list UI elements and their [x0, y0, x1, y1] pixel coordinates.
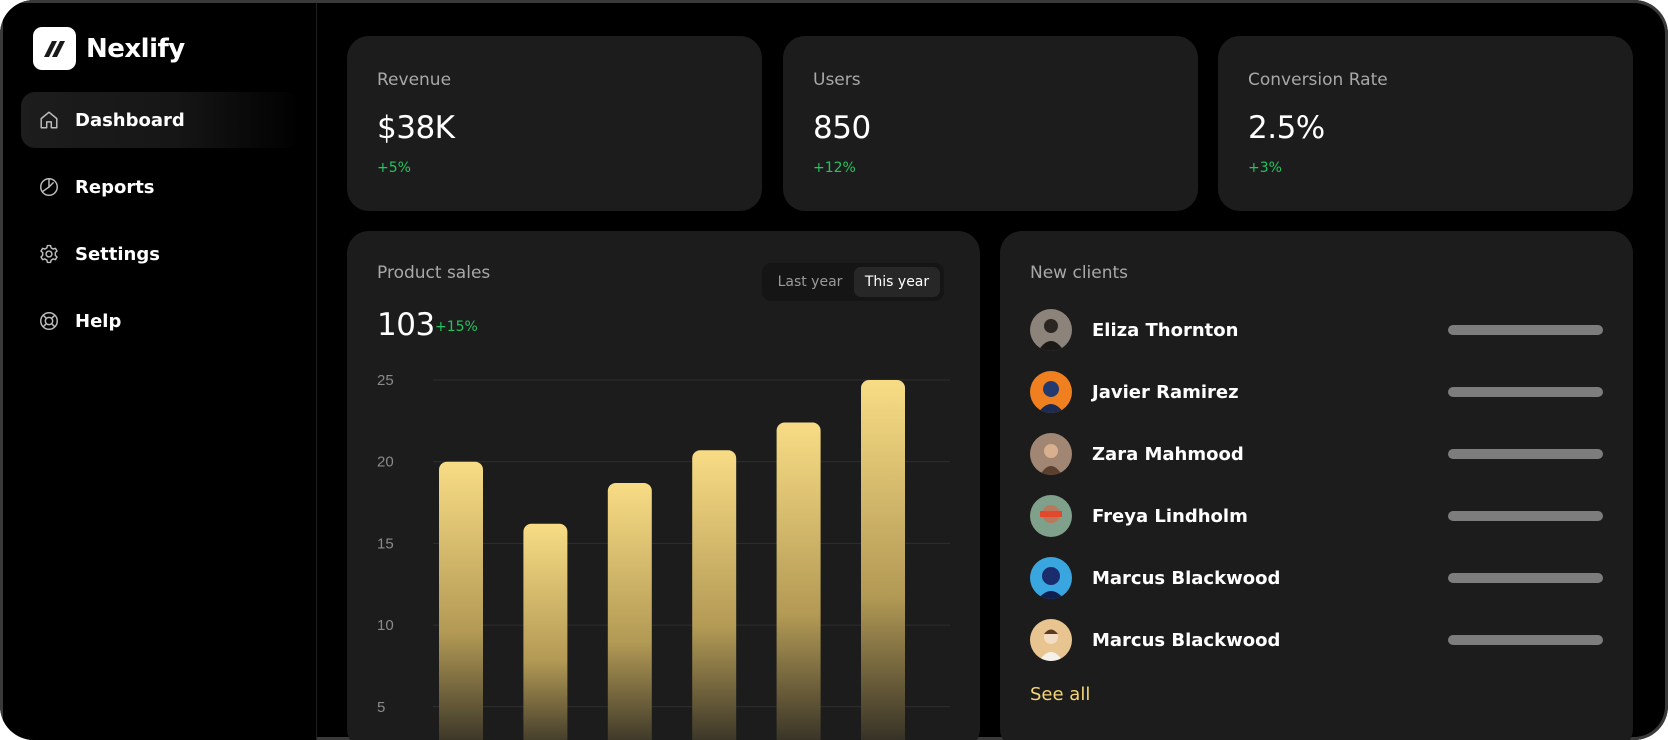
client-progress-bar	[1448, 325, 1603, 335]
client-progress-bar	[1448, 573, 1603, 583]
y-tick-label: 25	[377, 372, 394, 389]
see-all-link[interactable]: See all	[1030, 684, 1090, 705]
panel-title: New clients	[1030, 263, 1129, 283]
client-name: Marcus Blackwood	[1092, 568, 1281, 589]
app-name: Nexlify	[86, 33, 185, 64]
sidebar-item-label: Settings	[75, 243, 160, 265]
client-name: Marcus Blackwood	[1092, 630, 1281, 651]
stat-card-conversion-rate[interactable]: Conversion Rate 2.5% +3%	[1218, 36, 1633, 211]
bar[interactable]	[523, 523, 568, 740]
avatar	[1030, 433, 1072, 475]
stat-delta: +5%	[377, 160, 411, 176]
client-row[interactable]: Eliza Thornton	[1030, 309, 1603, 353]
stat-card-users[interactable]: Users 850 +12%	[783, 36, 1198, 211]
y-tick-label: 5	[377, 699, 385, 716]
client-progress-bar	[1448, 635, 1603, 645]
sidebar-item-label: Reports	[75, 176, 155, 198]
avatar	[1030, 557, 1072, 599]
client-row[interactable]: Marcus Blackwood	[1030, 557, 1603, 601]
sidebar-item-dashboard[interactable]: Dashboard	[21, 92, 301, 148]
product-sales-chart: 25 20 15 10 5	[377, 372, 950, 740]
stat-label: Conversion Rate	[1248, 70, 1388, 90]
gear-icon	[37, 242, 61, 266]
stat-value: 850	[813, 110, 871, 146]
client-progress-bar	[1448, 387, 1603, 397]
y-tick-label: 15	[377, 535, 394, 552]
stat-card-revenue[interactable]: Revenue $38K +5%	[347, 36, 762, 211]
logo-icon	[33, 27, 76, 70]
sidebar-item-label: Dashboard	[75, 109, 185, 131]
stat-value: 2.5%	[1248, 110, 1325, 146]
client-row[interactable]: Freya Lindholm	[1030, 495, 1603, 539]
client-name: Eliza Thornton	[1092, 320, 1239, 341]
stat-label: Users	[813, 70, 861, 90]
bar[interactable]	[692, 450, 737, 740]
client-progress-bar	[1448, 449, 1603, 459]
client-name: Freya Lindholm	[1092, 506, 1248, 527]
app-window: Nexlify Dashboard Reports Settings Help …	[0, 0, 1668, 740]
client-progress-bar	[1448, 511, 1603, 521]
bar[interactable]	[439, 461, 483, 740]
stat-delta: +3%	[1248, 160, 1282, 176]
stat-value: $38K	[377, 110, 455, 146]
stat-delta: +12%	[813, 160, 856, 176]
sidebar-item-settings[interactable]: Settings	[21, 226, 301, 282]
sidebar-item-label: Help	[75, 310, 122, 332]
stat-label: Revenue	[377, 70, 452, 90]
avatar	[1030, 495, 1072, 537]
avatar	[1030, 309, 1072, 351]
sidebar-item-help[interactable]: Help	[21, 293, 301, 349]
y-tick-label: 20	[377, 454, 394, 471]
sidebar-nav: Dashboard Reports Settings Help	[21, 92, 301, 360]
pie-chart-icon	[37, 175, 61, 199]
client-name: Zara Mahmood	[1092, 444, 1244, 465]
avatar	[1030, 619, 1072, 661]
client-row[interactable]: Javier Ramirez	[1030, 371, 1603, 415]
avatar	[1030, 371, 1072, 413]
lifebuoy-icon	[37, 309, 61, 333]
bar[interactable]	[776, 422, 821, 740]
brand[interactable]: Nexlify	[33, 27, 185, 70]
sidebar-item-reports[interactable]: Reports	[21, 159, 301, 215]
client-row[interactable]: Zara Mahmood	[1030, 433, 1603, 477]
client-row[interactable]: Marcus Blackwood	[1030, 619, 1603, 663]
bar[interactable]	[861, 380, 905, 740]
sidebar: Nexlify Dashboard Reports Settings Help	[3, 3, 317, 740]
bar[interactable]	[607, 482, 652, 740]
client-name: Javier Ramirez	[1092, 382, 1239, 403]
home-icon	[37, 108, 61, 132]
y-tick-label: 10	[377, 617, 394, 634]
new-clients-panel: New clients Eliza Thornton Javier Ramire…	[1000, 231, 1633, 740]
product-sales-panel: Product sales Last year This year 103 +1…	[347, 231, 980, 740]
